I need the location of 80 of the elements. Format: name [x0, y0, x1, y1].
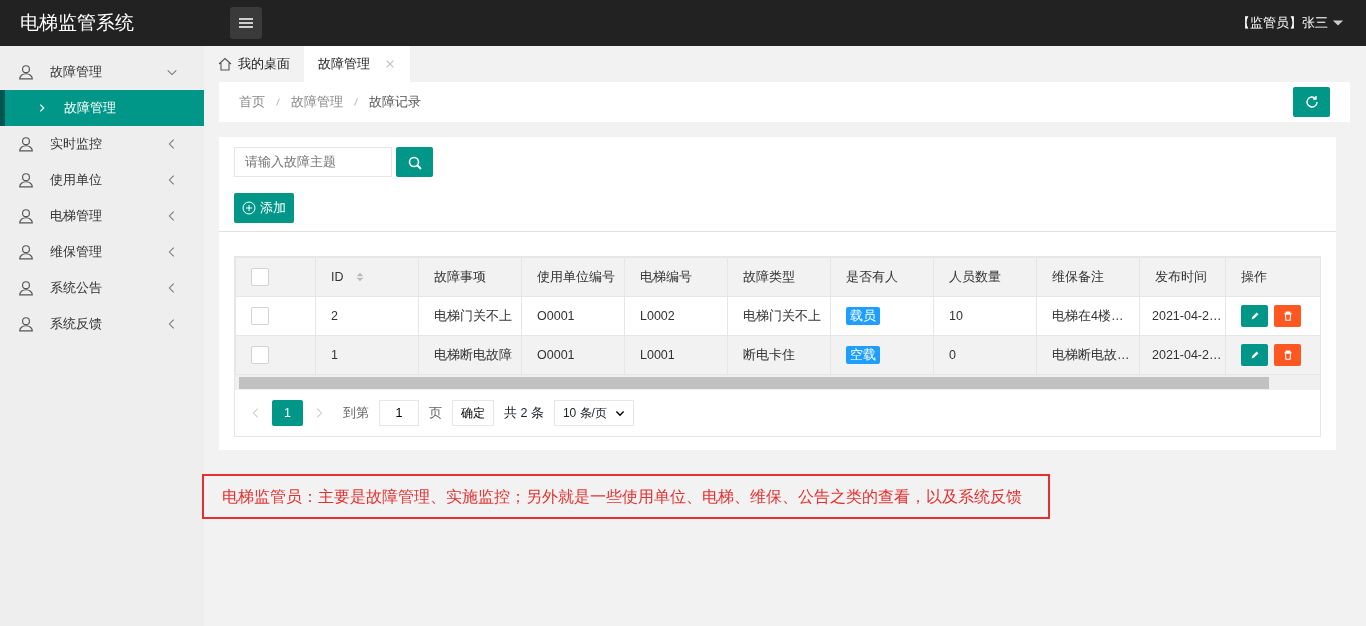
breadcrumb-link[interactable]: 故障管理 [291, 92, 343, 112]
table-cell: 电梯门关不上 [434, 308, 512, 323]
plus-circle-icon [242, 201, 256, 215]
sidebar-item[interactable]: 维保管理 [0, 234, 204, 270]
breadcrumb-separator-icon [273, 96, 283, 108]
sidebar-subitem[interactable]: 故障管理 [0, 90, 204, 126]
delete-button[interactable] [1274, 343, 1301, 366]
tab[interactable]: 故障管理 [304, 46, 410, 82]
user-name: 【监管员】张三 [1237, 14, 1328, 33]
table-cell: 2 [331, 308, 338, 323]
row-checkbox[interactable] [251, 307, 269, 326]
edit-button[interactable] [1241, 343, 1268, 366]
person-icon [18, 136, 34, 152]
table-cell: 断电卡住 [743, 347, 795, 362]
sidebar-item[interactable]: 实时监控 [0, 126, 204, 162]
person-icon [18, 208, 34, 224]
table-cell: 10 [949, 308, 963, 323]
home-icon [218, 57, 232, 71]
menu-icon [239, 18, 253, 28]
column-header: ID [331, 269, 344, 284]
sidebar-item[interactable]: 使用单位 [0, 162, 204, 198]
column-header: 操作 [1241, 269, 1267, 284]
table-cell: 2021-04-2… [1152, 308, 1222, 323]
sidebar-item[interactable]: 故障管理 [0, 54, 204, 90]
breadcrumb-separator-icon [351, 96, 361, 108]
person-icon [18, 316, 34, 332]
menu-button[interactable] [230, 7, 262, 39]
breadcrumb-link[interactable]: 首页 [239, 92, 265, 112]
select-all-checkbox[interactable] [251, 268, 269, 287]
table-cell: 2021-04-2… [1152, 347, 1222, 362]
app-title: 电梯监管系统 [19, 10, 135, 35]
table-cell: 电梯断电故… [1052, 347, 1130, 362]
annotation-text: 电梯监管员：主要是故障管理、实施监控；另外就是一些使用单位、电梯、维保、公告之类的查看，以及系统反馈 [202, 474, 1050, 519]
tab[interactable]: 我的桌面 [204, 46, 304, 82]
edit-button[interactable] [1241, 304, 1268, 327]
horizontal-scrollbar[interactable] [235, 375, 1320, 390]
status-tag: 载员 [846, 306, 880, 325]
search-field[interactable]: 请输入故障主题 [234, 147, 392, 177]
table-cell: O0001 [537, 347, 575, 362]
search-icon [407, 155, 422, 170]
sidebar-item[interactable]: 系统反馈 [0, 306, 204, 342]
page-size-select[interactable]: 10 条/页 [553, 400, 634, 426]
close-icon [384, 58, 396, 70]
column-header: 使用单位编号 [537, 269, 615, 284]
page-unit-label: 页 [429, 404, 442, 422]
refresh-button[interactable] [1293, 87, 1330, 117]
page-number-field[interactable]: 1 [379, 400, 419, 426]
column-header: 电梯编号 [640, 269, 692, 284]
table-cell: 电梯断电故障 [434, 347, 512, 362]
table-cell: 1 [331, 347, 338, 362]
column-header: 维保备注 [1052, 269, 1104, 284]
column-header: 人员数量 [949, 269, 1001, 284]
person-icon [18, 64, 34, 80]
user-menu[interactable]: 【监管员】张三 [1237, 13, 1344, 33]
person-icon [18, 244, 34, 260]
table-cell: 电梯在4楼… [1052, 308, 1124, 323]
sidebar-item[interactable]: 系统公告 [0, 270, 204, 306]
table-cell: 0 [949, 347, 956, 362]
add-button[interactable]: 添加 [234, 193, 294, 223]
sidebar-item[interactable]: 电梯管理 [0, 198, 204, 234]
delete-button[interactable] [1274, 304, 1301, 327]
refresh-icon [1304, 95, 1319, 109]
status-tag: 空载 [846, 345, 880, 364]
total-count: 共 2 条 [504, 404, 544, 422]
page-button[interactable]: 1 [272, 400, 303, 426]
table-cell: L0001 [640, 347, 675, 362]
search-button[interactable] [396, 147, 433, 177]
breadcrumb-current: 故障记录 [369, 93, 421, 111]
column-header: 是否有人 [846, 269, 898, 284]
column-header: 故障事项 [434, 269, 486, 284]
column-header: 发布时间 [1155, 269, 1207, 284]
table-cell: L0002 [640, 308, 675, 323]
row-checkbox[interactable] [251, 346, 269, 365]
person-icon [18, 172, 34, 188]
table-cell: O0001 [537, 308, 575, 323]
goto-label: 到第 [343, 404, 369, 422]
confirm-button[interactable]: 确定 [452, 400, 494, 426]
table-cell: 电梯门关不上 [743, 308, 821, 323]
person-icon [18, 280, 34, 296]
column-header: 故障类型 [743, 269, 795, 284]
